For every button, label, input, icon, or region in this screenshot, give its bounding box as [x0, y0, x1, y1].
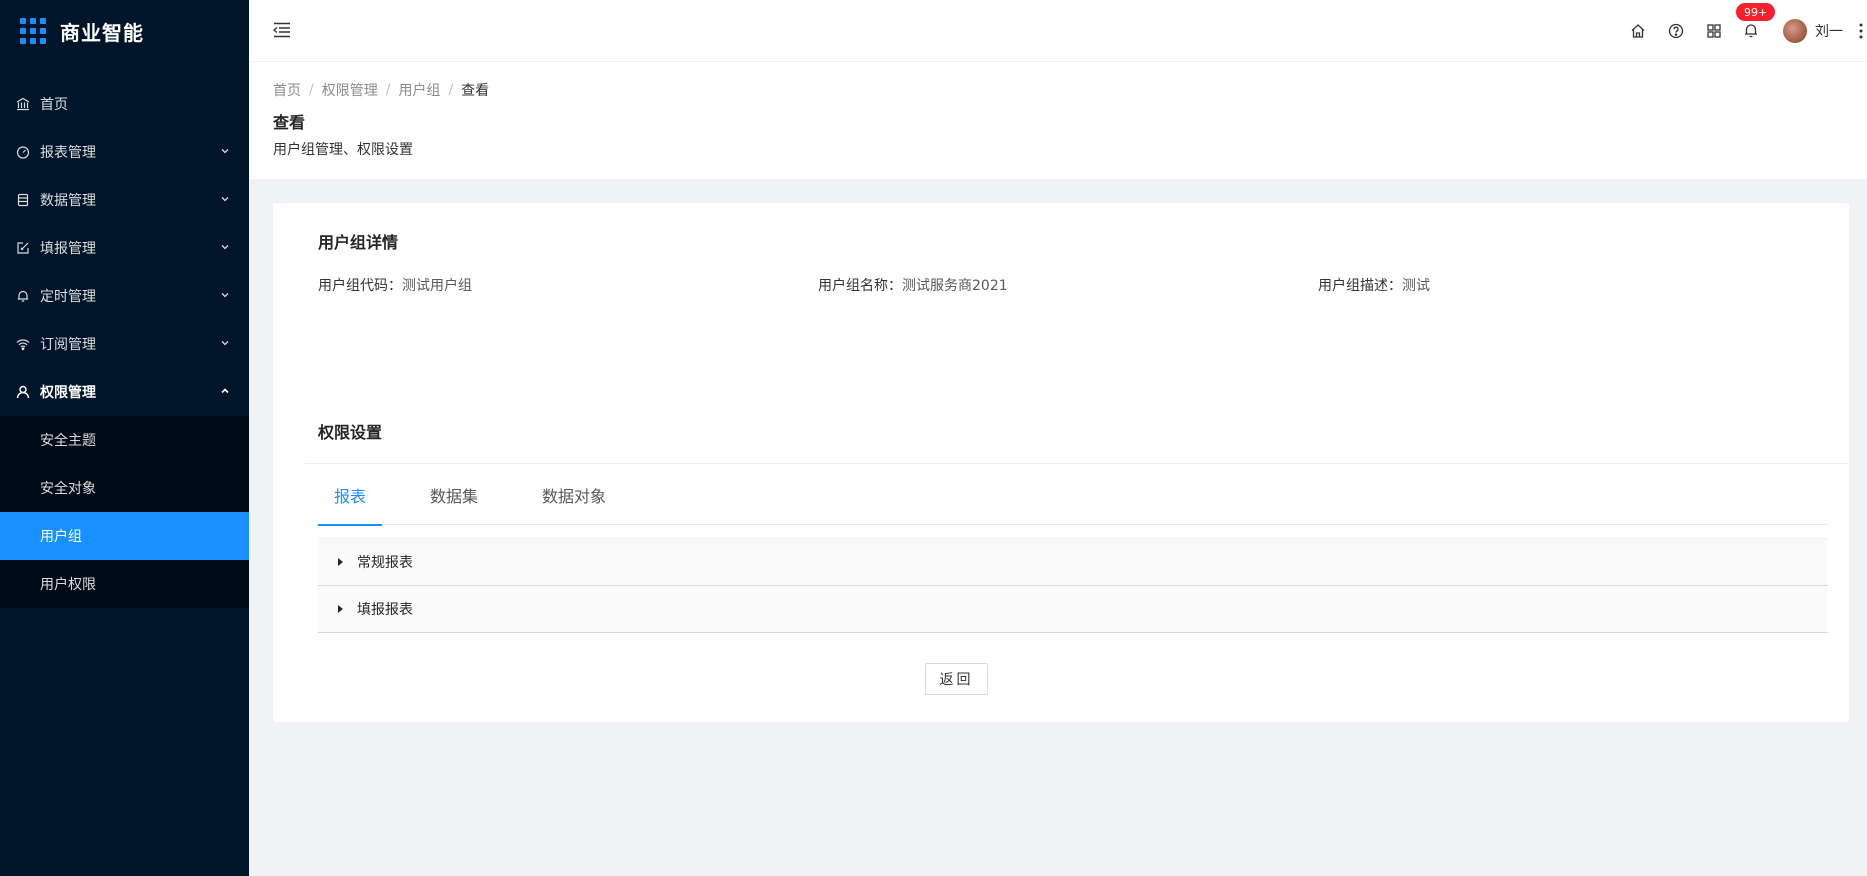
chevron-down-icon: [221, 197, 229, 202]
edit-icon: [16, 241, 30, 255]
field-value: 测试用户组: [402, 278, 472, 294]
detail-section-title: 用户组详情: [318, 233, 399, 252]
field-label: 用户组名称：: [818, 278, 902, 294]
field-value: 测试服务商2021: [902, 278, 1008, 294]
detail-field-name: 用户组名称：测试服务商2021: [818, 275, 1318, 295]
field-label: 用户组代码：: [318, 278, 402, 294]
detail-field-code: 用户组代码：测试用户组: [318, 275, 818, 295]
sidebar-item-security-object[interactable]: 安全对象: [0, 464, 249, 512]
sidebar-item-label: 订阅管理: [40, 337, 96, 353]
permission-tabs: 报表 数据集 数据对象: [318, 465, 1828, 526]
sidebar-menu: 首页 报表管理 数据管理 填报管理 定时管理 订阅管理 权限管理 安全主题 安全…: [0, 80, 249, 608]
field-value: 测试: [1402, 278, 1430, 294]
page-description: 用户组管理、权限设置: [273, 142, 413, 158]
breadcrumb-permission[interactable]: 权限管理: [322, 80, 378, 100]
avatar[interactable]: [1783, 19, 1807, 43]
breadcrumb-home[interactable]: 首页: [273, 80, 301, 100]
sidebar-item-fill[interactable]: 填报管理: [0, 224, 249, 272]
sidebar-item-subscribe[interactable]: 订阅管理: [0, 320, 249, 368]
chevron-down-icon: [221, 293, 229, 298]
logo[interactable]: 商业智能: [0, 0, 249, 62]
bank-icon: [16, 97, 30, 111]
sidebar-item-security-theme[interactable]: 安全主题: [0, 416, 249, 464]
page-header: 首页 / 权限管理 / 用户组 / 查看 查看 用户组管理、权限设置: [249, 62, 1867, 179]
breadcrumb-user-group[interactable]: 用户组: [398, 80, 440, 100]
detail-field-description: 用户组描述：测试: [1318, 275, 1818, 295]
page-title: 查看: [273, 113, 306, 132]
sidebar-item-reports[interactable]: 报表管理: [0, 128, 249, 176]
sidebar: 商业智能 首页 报表管理 数据管理 填报管理 定时管理 订阅管理 权限管理 安全…: [0, 0, 249, 876]
tab-dataset[interactable]: 数据集: [414, 465, 494, 525]
chevron-up-icon: [221, 388, 229, 394]
notification-badge: 99+: [1735, 2, 1777, 22]
tab-report[interactable]: 报表: [318, 465, 383, 526]
home-icon[interactable]: [1629, 22, 1647, 40]
sidebar-item-data[interactable]: 数据管理: [0, 176, 249, 224]
breadcrumb: 首页 / 权限管理 / 用户组 / 查看: [273, 80, 1843, 100]
panel-label: 填报报表: [357, 602, 413, 618]
breadcrumb-current: 查看: [461, 83, 490, 99]
sidebar-item-label: 权限管理: [40, 385, 96, 401]
breadcrumb-separator: /: [385, 82, 391, 98]
sidebar-item-user-permission[interactable]: 用户权限: [0, 560, 249, 608]
sidebar-item-label: 定时管理: [40, 289, 96, 305]
sidebar-item-schedule[interactable]: 定时管理: [0, 272, 249, 320]
menu-fold-icon[interactable]: [273, 22, 291, 38]
top-header: 99+ 刘一: [249, 0, 1867, 62]
sidebar-item-user-group[interactable]: 用户组: [0, 512, 249, 560]
report-collapse: 常规报表 填报报表: [318, 538, 1828, 633]
caret-right-icon: [338, 558, 343, 566]
collapse-panel-regular-report[interactable]: 常规报表: [318, 539, 1828, 586]
panel-label: 常规报表: [357, 555, 413, 571]
field-label: 用户组描述：: [1318, 278, 1402, 294]
apps-icon[interactable]: [1705, 22, 1723, 40]
section-divider: [305, 463, 1849, 464]
breadcrumb-separator: /: [448, 82, 454, 98]
chevron-down-icon: [221, 341, 229, 346]
app-title: 商业智能: [60, 20, 144, 45]
user-icon: [16, 385, 30, 399]
permission-submenu: 安全主题 安全对象 用户组 用户权限: [0, 416, 249, 608]
caret-right-icon: [338, 605, 343, 613]
sidebar-item-label: 填报管理: [40, 241, 96, 257]
sidebar-item-label: 数据管理: [40, 193, 96, 209]
tab-data-object[interactable]: 数据对象: [526, 465, 622, 525]
dashboard-icon: [16, 145, 30, 159]
notification-bell[interactable]: 99+: [1735, 2, 1777, 40]
sidebar-item-label: 首页: [40, 97, 68, 113]
more-icon[interactable]: [1859, 23, 1863, 39]
header-actions: 99+ 刘一: [1629, 0, 1867, 62]
bell-icon: [16, 289, 30, 303]
chevron-down-icon: [221, 245, 229, 250]
sidebar-item-home[interactable]: 首页: [0, 80, 249, 128]
detail-fields: 用户组代码：测试用户组 用户组名称：测试服务商2021 用户组描述：测试: [318, 275, 1818, 295]
breadcrumb-separator: /: [309, 82, 314, 98]
question-icon[interactable]: [1667, 22, 1685, 40]
sidebar-item-permission[interactable]: 权限管理: [0, 368, 249, 416]
sidebar-item-label: 报表管理: [40, 145, 96, 161]
chevron-down-icon: [221, 149, 229, 154]
apps-logo-icon: [20, 18, 46, 44]
database-icon: [16, 193, 30, 207]
bell-icon: [1745, 24, 1757, 38]
back-button[interactable]: 返回: [925, 663, 988, 695]
username[interactable]: 刘一: [1815, 21, 1843, 41]
collapse-panel-fill-report[interactable]: 填报报表: [318, 586, 1828, 633]
content-card: 用户组详情 用户组代码：测试用户组 用户组名称：测试服务商2021 用户组描述：…: [273, 203, 1849, 722]
wifi-icon: [16, 337, 30, 351]
permission-section-title: 权限设置: [318, 423, 383, 442]
